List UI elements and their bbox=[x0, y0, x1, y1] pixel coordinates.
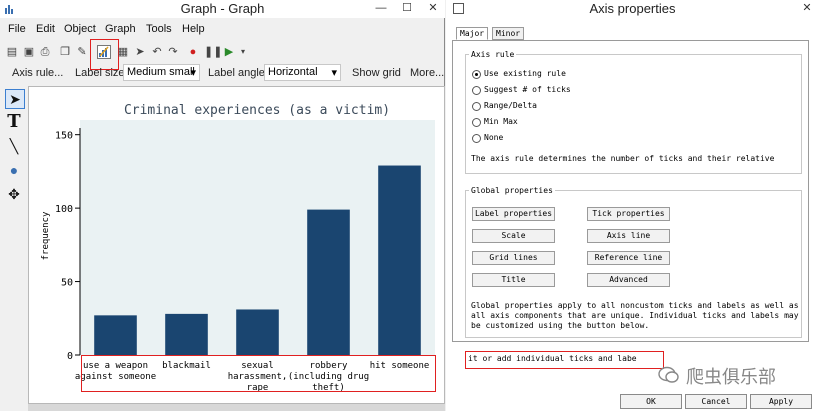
y-tick-label: 50 bbox=[61, 278, 73, 289]
line-tool-icon[interactable]: ╲ bbox=[5, 137, 23, 155]
minimize-icon[interactable]: — bbox=[372, 1, 390, 15]
close-icon[interactable]: ✕ bbox=[424, 1, 442, 15]
global-note-line-1: Global properties apply to all noncustom… bbox=[471, 301, 799, 310]
y-tick-label: 100 bbox=[55, 204, 73, 215]
marker-tool-icon[interactable]: ● bbox=[5, 161, 23, 179]
redo-icon[interactable]: ↷ bbox=[166, 45, 180, 59]
option-range-delta: Range/Delta bbox=[484, 101, 537, 110]
bar[interactable] bbox=[94, 315, 137, 355]
option-use-existing-rule: Use existing rule bbox=[484, 69, 566, 78]
pointer-tool-icon[interactable]: ➤ bbox=[5, 89, 25, 109]
menu-edit[interactable]: Edit bbox=[36, 23, 55, 35]
menu-file[interactable]: File bbox=[8, 23, 26, 35]
radio-min-max[interactable] bbox=[472, 118, 481, 127]
chevron-down-icon: ▾ bbox=[190, 67, 196, 79]
bar[interactable] bbox=[165, 313, 208, 355]
radio-none[interactable] bbox=[472, 134, 481, 143]
label-size-select[interactable]: Medium small ▾ bbox=[123, 64, 200, 81]
scale-button[interactable]: Scale bbox=[472, 229, 555, 243]
pause-icon[interactable]: ❚❚ bbox=[204, 45, 222, 59]
graph-editor-icon[interactable] bbox=[97, 45, 111, 59]
grid-lines-button[interactable]: Grid lines bbox=[472, 251, 555, 265]
open-icon[interactable]: ▤ bbox=[5, 45, 19, 59]
horizontal-scrollbar[interactable] bbox=[28, 404, 445, 411]
text-tool-icon[interactable]: T bbox=[5, 113, 23, 131]
show-grid-toggle[interactable]: Show grid bbox=[352, 67, 401, 79]
save-icon[interactable]: ▣ bbox=[22, 45, 36, 59]
reference-line-button[interactable]: Reference line bbox=[587, 251, 670, 265]
copy-icon[interactable]: ❐ bbox=[58, 45, 72, 59]
global-note-line-2: all axis components that are unique. Ind… bbox=[471, 311, 799, 320]
object-tools bbox=[2, 86, 26, 406]
menu-graph[interactable]: Graph bbox=[105, 23, 136, 35]
radio-range-delta[interactable] bbox=[472, 102, 481, 111]
print-icon[interactable]: ⎙ bbox=[38, 45, 52, 59]
global-note-line-3: be customized using the button below. bbox=[471, 321, 650, 330]
bar[interactable] bbox=[236, 309, 279, 355]
advanced-button[interactable]: Advanced bbox=[587, 273, 670, 287]
bar[interactable] bbox=[307, 209, 350, 355]
label-angle-label: Label angle: bbox=[208, 67, 268, 79]
radio-suggest-ticks[interactable] bbox=[472, 86, 481, 95]
option-min-max: Min Max bbox=[484, 117, 518, 126]
tick-properties-button[interactable]: Tick properties bbox=[587, 207, 670, 221]
tab-major[interactable]: Major bbox=[456, 27, 489, 40]
tab-minor[interactable]: Minor bbox=[492, 27, 525, 40]
undo-icon[interactable]: ↶ bbox=[150, 45, 164, 59]
ok-button[interactable]: OK bbox=[620, 394, 682, 409]
y-tick-label: 150 bbox=[55, 131, 73, 142]
chart-title: Criminal experiences (as a victim) bbox=[124, 103, 390, 118]
menu-tools[interactable]: Tools bbox=[146, 23, 172, 35]
close-icon[interactable]: ✕ bbox=[798, 1, 816, 15]
label-size-label: Label size: bbox=[75, 67, 128, 79]
x-labels-highlight bbox=[81, 355, 436, 392]
y-axis-label: frequency bbox=[41, 211, 51, 260]
label-angle-select[interactable]: Horizontal ▾ bbox=[264, 64, 341, 81]
graph-titlebar: Graph - Graph — ☐ ✕ bbox=[0, 0, 445, 18]
more-button[interactable]: More... bbox=[410, 67, 444, 79]
apply-button[interactable]: Apply bbox=[750, 394, 812, 409]
label-size-value: Medium small bbox=[127, 66, 195, 78]
global-properties-group-title: Global properties bbox=[469, 186, 555, 195]
radio-use-existing-rule[interactable] bbox=[472, 70, 481, 79]
bar[interactable] bbox=[378, 165, 421, 355]
title-button[interactable]: Title bbox=[472, 273, 555, 287]
axis-rule-group-title: Axis rule bbox=[469, 50, 517, 59]
option-none: None bbox=[484, 133, 504, 142]
axis-properties-titlebar: Axis properties ✕ bbox=[446, 0, 819, 18]
menu-help[interactable]: Help bbox=[182, 23, 205, 35]
menu-object[interactable]: Object bbox=[64, 23, 96, 35]
label-angle-value: Horizontal bbox=[268, 66, 318, 78]
play-dropdown-icon[interactable]: ▾ bbox=[236, 45, 250, 59]
watermark-text: 爬虫俱乐部 bbox=[686, 367, 776, 388]
play-icon[interactable]: ▶ bbox=[222, 45, 236, 59]
y-tick-label: 0 bbox=[67, 351, 73, 362]
axis-rule-button[interactable]: Axis rule... bbox=[12, 67, 63, 79]
axis-rule-description: The axis rule determines the number of t… bbox=[471, 154, 775, 163]
data-editor-icon[interactable]: ▦ bbox=[116, 45, 130, 59]
record-icon[interactable]: ● bbox=[186, 45, 200, 59]
label-properties-button[interactable]: Label properties bbox=[472, 207, 555, 221]
option-suggest-ticks: Suggest # of ticks bbox=[484, 85, 571, 94]
rename-icon[interactable]: ✎ bbox=[75, 45, 89, 59]
wechat-icon bbox=[658, 366, 679, 383]
cancel-button[interactable]: Cancel bbox=[685, 394, 747, 409]
axis-properties-title: Axis properties bbox=[589, 1, 676, 16]
axis-line-button[interactable]: Axis line bbox=[587, 229, 670, 243]
pointer-icon[interactable]: ➤ bbox=[133, 45, 147, 59]
chevron-down-icon: ▾ bbox=[331, 67, 337, 79]
edit-or-add-ticks-button[interactable]: it or add individual ticks and labe bbox=[465, 351, 664, 369]
grid-edit-tool-icon[interactable]: ✥ bbox=[5, 185, 23, 203]
maximize-icon[interactable]: ☐ bbox=[398, 1, 416, 15]
watermark: 爬虫俱乐部 bbox=[658, 363, 808, 388]
